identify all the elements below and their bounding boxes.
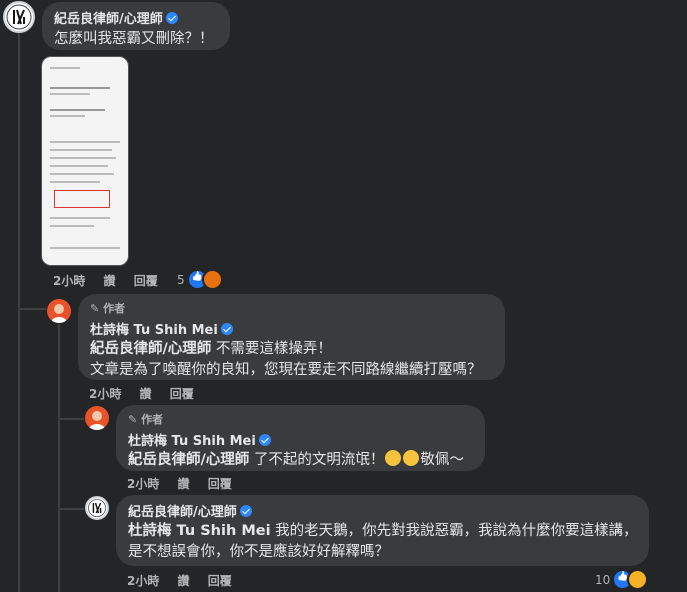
pencil-icon: ✎ — [90, 302, 100, 315]
commenter-name[interactable]: 紀岳良律師/心理師 — [54, 8, 218, 27]
timestamp[interactable]: 2小時 — [127, 574, 159, 588]
reaction-summary[interactable]: 10 — [595, 569, 649, 590]
thread-connector-reply2 — [58, 418, 84, 420]
comment-text: 紀岳良律師/心理師 不需要這樣操弄！ — [90, 341, 332, 357]
reply-button[interactable]: 回覆 — [134, 274, 158, 288]
comment-bubble: 紀岳良律師/心理師 杜詩梅 Tu Shih Mei 我的老天鵝，你先對我說惡霸，… — [116, 495, 649, 566]
monocle-face-emoji-icon — [403, 450, 420, 466]
like-button[interactable]: 讚 — [178, 574, 190, 588]
like-button[interactable]: 讚 — [140, 387, 152, 401]
comment-actions: 2小時 讚 回覆 — [89, 385, 208, 402]
like-button[interactable]: 讚 — [178, 477, 190, 491]
thread-connector-reply1 — [18, 308, 46, 310]
reaction-count: 10 — [595, 572, 611, 587]
reaction-summary[interactable]: 5 — [177, 269, 223, 290]
commenter-name[interactable]: 杜詩梅 Tu Shih Mei — [90, 319, 493, 338]
like-button[interactable]: 讚 — [104, 274, 116, 288]
law-logo-icon — [6, 4, 32, 30]
law-logo-icon — [88, 499, 106, 517]
comment-actions: 2小時 讚 回覆 — [127, 475, 246, 492]
avatar[interactable] — [3, 1, 35, 33]
timestamp[interactable]: 2小時 — [53, 274, 85, 288]
monocle-face-emoji-icon — [385, 450, 402, 466]
reply-button[interactable]: 回覆 — [208, 477, 232, 491]
avatar[interactable] — [47, 299, 71, 323]
timestamp[interactable]: 2小時 — [89, 387, 121, 401]
timestamp[interactable]: 2小時 — [127, 477, 159, 491]
verified-badge-icon — [220, 323, 233, 335]
mention-link[interactable]: 紀岳良律師/心理師 — [128, 452, 249, 468]
thread-line-main — [18, 33, 20, 592]
haha-reaction-icon — [627, 569, 649, 590]
comment-text: 杜詩梅 Tu Shih Mei 我的老天鵝，你先對我說惡霸，我說為什麼你要這樣講… — [128, 523, 638, 539]
comment-bubble: ✎ 作者 杜詩梅 Tu Shih Mei 紀岳良律師/心理師 不需要這樣操弄！ … — [78, 294, 505, 380]
profile-photo-icon — [51, 304, 67, 323]
author-badge: ✎ 作者 — [128, 413, 164, 426]
verified-badge-icon — [239, 505, 252, 517]
thread-connector-reply3 — [58, 508, 84, 510]
commenter-name[interactable]: 紀岳良律師/心理師 — [128, 501, 637, 520]
comment-text: 紀岳良律師/心理師 了不起的文明流氓！ 敬佩～ — [128, 450, 464, 468]
reaction-count: 5 — [177, 272, 185, 287]
verified-badge-icon — [258, 434, 271, 446]
comment-bubble: 紀岳良律師/心理師 怎麼叫我惡霸又刪除？！ — [42, 2, 230, 50]
mention-link[interactable]: 杜詩梅 Tu Shih Mei — [128, 523, 271, 539]
comment-bubble: ✎ 作者 杜詩梅 Tu Shih Mei 紀岳良律師/心理師 了不起的文明流氓！… — [116, 405, 485, 471]
profile-photo-icon — [89, 411, 105, 430]
comment-actions: 2小時 讚 回覆 — [127, 572, 246, 589]
attached-screenshot-image[interactable] — [41, 56, 129, 266]
avatar[interactable] — [85, 406, 109, 430]
verified-badge-icon — [165, 12, 178, 24]
comment-text-line2: 文章是為了喚醒你的良知，您現在要走不同路線繼續打壓嗎？ — [90, 362, 482, 378]
avatar[interactable] — [85, 496, 109, 520]
reply-button[interactable]: 回覆 — [208, 574, 232, 588]
commenter-name[interactable]: 杜詩梅 Tu Shih Mei — [128, 430, 473, 449]
comment-text: 怎麼叫我惡霸又刪除？！ — [54, 31, 214, 47]
reply-button[interactable]: 回覆 — [170, 387, 194, 401]
mention-link[interactable]: 紀岳良律師/心理師 — [90, 341, 211, 357]
author-badge: ✎ 作者 — [90, 302, 126, 315]
pencil-icon: ✎ — [128, 413, 138, 426]
angry-reaction-icon — [201, 269, 223, 290]
comment-actions: 2小時 讚 回覆 — [53, 272, 172, 289]
comment-text-line2: 是不想誤會你，你不是應該好好解釋嗎？ — [128, 544, 389, 560]
thread-line-reply1 — [58, 324, 60, 592]
